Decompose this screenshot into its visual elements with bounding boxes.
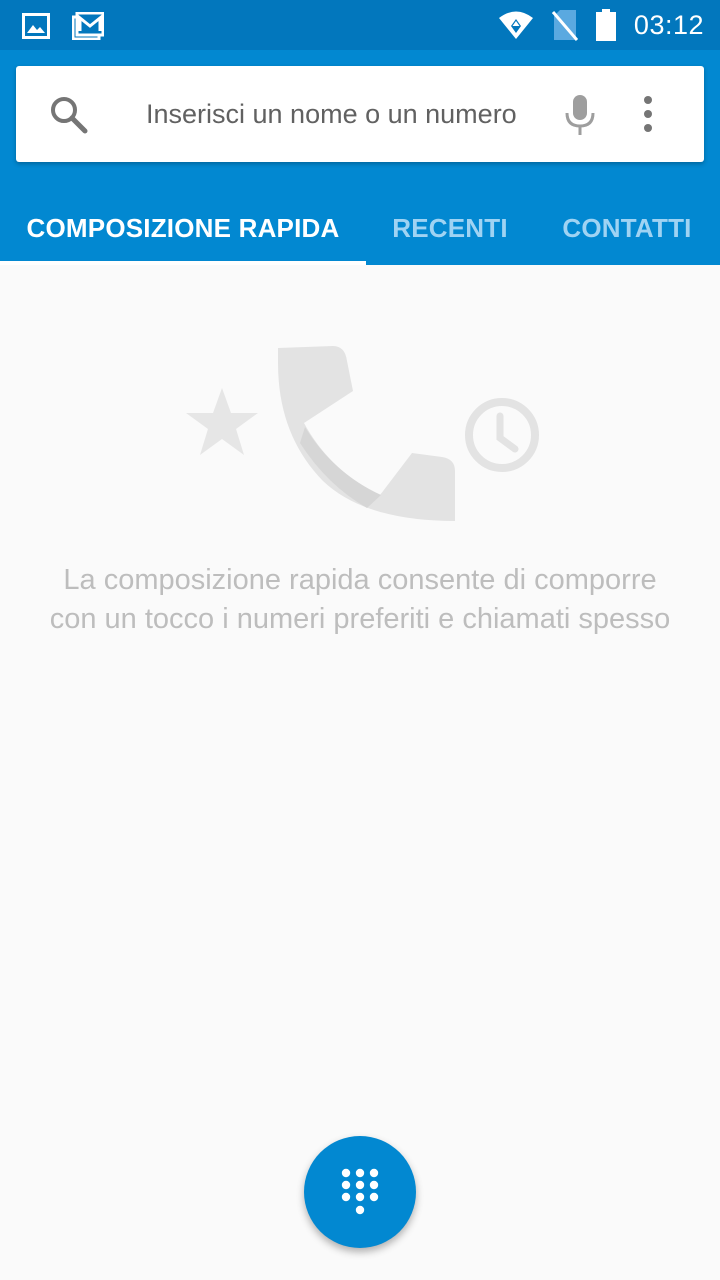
no-sim-icon <box>551 10 578 41</box>
mic-icon[interactable] <box>564 94 596 136</box>
tab-speed-dial[interactable]: COMPOSIZIONE RAPIDA <box>0 192 366 265</box>
clock-icon <box>465 398 539 472</box>
speed-dial-content: La composizione rapida consente di compo… <box>0 265 720 1280</box>
search-box[interactable] <box>16 66 704 162</box>
search-input[interactable] <box>146 88 546 140</box>
status-bar: 03:12 <box>0 0 720 50</box>
more-options-icon[interactable] <box>642 96 654 132</box>
empty-state-message: La composizione rapida consente di compo… <box>49 564 671 635</box>
app-bar: COMPOSIZIONE RAPIDA RECENTI CONTATTI <box>0 50 720 265</box>
status-time: 03:12 <box>633 9 704 40</box>
image-notification-icon <box>22 13 50 39</box>
wifi-icon <box>498 11 533 39</box>
dialpad-icon <box>341 1168 379 1215</box>
dialpad-button[interactable] <box>304 1136 416 1248</box>
speed-dial-empty-illustration <box>186 346 539 521</box>
tab-bar: COMPOSIZIONE RAPIDA RECENTI CONTATTI <box>0 192 720 265</box>
battery-icon <box>595 9 616 41</box>
search-icon[interactable] <box>50 96 88 134</box>
tab-recents[interactable]: RECENTI <box>366 192 534 265</box>
star-icon <box>186 388 258 455</box>
tab-contacts[interactable]: CONTATTI <box>534 192 720 265</box>
email-notification-icon <box>72 12 104 40</box>
